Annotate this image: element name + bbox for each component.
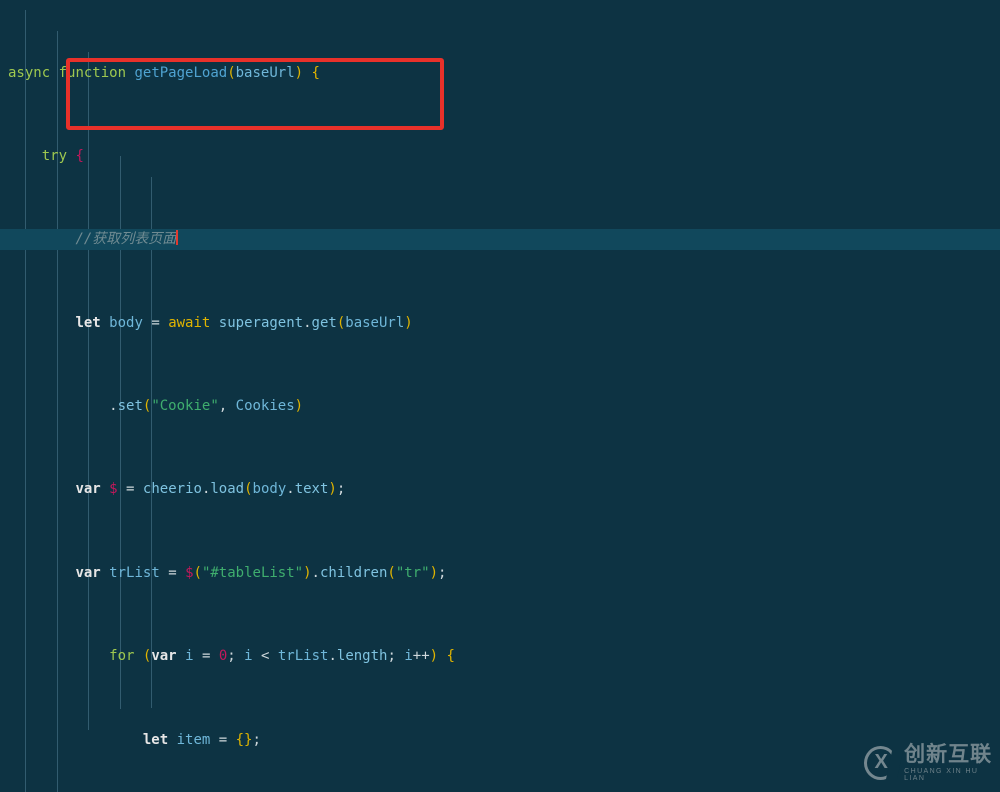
code-line[interactable]: let body = await superagent.get(baseUrl) — [0, 313, 1000, 334]
code-line[interactable]: .set("Cookie", Cookies) — [0, 396, 1000, 417]
code-line[interactable]: async function getPageLoad(baseUrl) { — [0, 63, 1000, 84]
comment-list-page: //获取列表页面 — [75, 231, 177, 248]
code-line[interactable]: var $ = cheerio.load(body.text); — [0, 479, 1000, 500]
watermark-chinese-text: 创新互联 — [904, 742, 993, 766]
watermark: 创新互联 CHUANG XIN HU LIAN — [864, 744, 1000, 782]
code-line[interactable]: try { — [0, 146, 1000, 167]
cx-logo-icon — [864, 746, 898, 780]
code-lines[interactable]: async function getPageLoad(baseUrl) { tr… — [0, 0, 1000, 792]
text-caret — [176, 230, 179, 246]
code-line[interactable]: var trList = $("#tableList").children("t… — [0, 563, 1000, 584]
code-line[interactable]: for (var i = 0; i < trList.length; i++) … — [0, 646, 1000, 667]
code-line-current[interactable]: //获取列表页面 — [0, 229, 1000, 251]
code-editor-viewport[interactable]: async function getPageLoad(baseUrl) { tr… — [0, 0, 1000, 792]
code-line[interactable]: let item = {}; — [0, 730, 1000, 751]
watermark-pinyin-text: CHUANG XIN HU LIAN — [904, 768, 979, 782]
